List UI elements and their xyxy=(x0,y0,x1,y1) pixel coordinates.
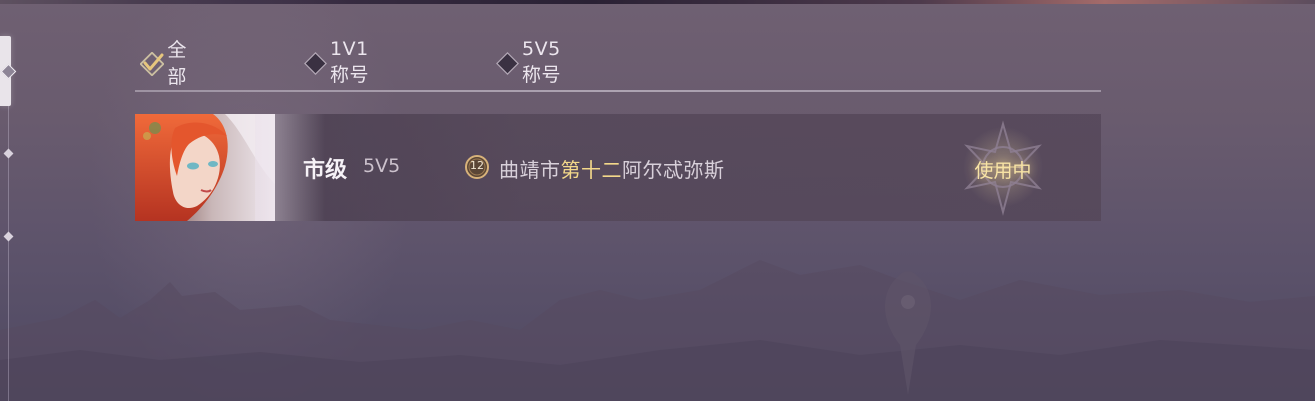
title-name: 曲靖市第十二阿尔忒弥斯 xyxy=(499,154,725,183)
title-list-item[interactable]: 市级 5V5 12 曲靖市第十二阿尔忒弥斯 使用中 xyxy=(135,114,1101,221)
filter-divider xyxy=(135,90,1101,92)
filter-tab-1v1[interactable]: 1V1称号 xyxy=(304,38,377,86)
title-name-rank: 第十二 xyxy=(560,158,622,182)
check-diamond-icon xyxy=(140,52,164,76)
filter-tab-5v5[interactable]: 5V5称号 xyxy=(496,38,569,86)
diamond-icon xyxy=(496,52,519,75)
filter-tab-label: 1V1称号 xyxy=(330,37,370,86)
diamond-icon xyxy=(304,52,327,75)
in-use-status[interactable]: 使用中 xyxy=(971,156,1035,183)
title-mode: 5V5 xyxy=(363,155,401,177)
filter-tab-label: 5V5称号 xyxy=(522,37,562,86)
title-name-hero: 阿尔忒弥斯 xyxy=(622,158,725,182)
rank-badge-icon: 12 xyxy=(464,154,490,180)
rank-badge-number: 12 xyxy=(470,159,484,172)
title-level: 市级 xyxy=(303,158,348,183)
filter-tab-all[interactable]: 全部 xyxy=(140,39,194,88)
hero-portrait xyxy=(135,114,275,221)
filter-tab-label: 全部 xyxy=(167,39,187,88)
title-name-prefix: 曲靖市 xyxy=(499,158,561,182)
